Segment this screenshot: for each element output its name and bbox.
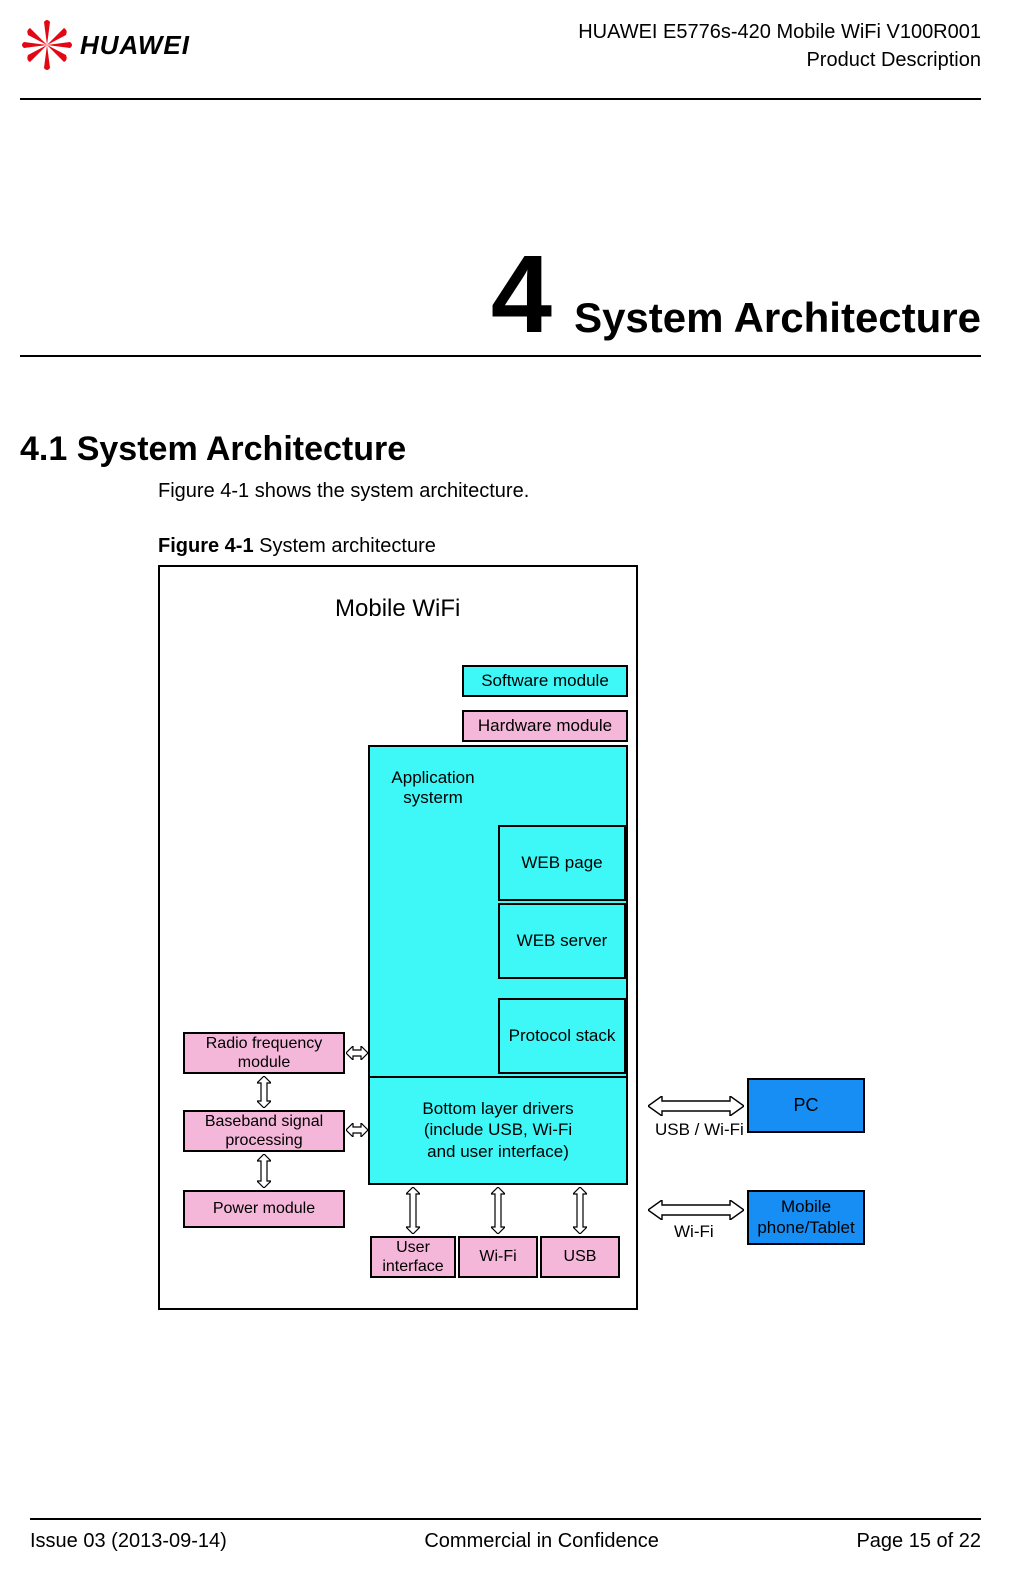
chapter-rule (20, 355, 981, 357)
pc-box: PC (747, 1078, 865, 1133)
legend-software: Software module (462, 665, 628, 697)
page-header: HUAWEI HUAWEI E5776s-420 Mobile WiFi V10… (20, 18, 981, 100)
doc-title: HUAWEI E5776s-420 Mobile WiFi V100R001 P… (578, 18, 981, 74)
web-server-box: WEB server (498, 903, 626, 979)
chapter-number: 4 (491, 240, 552, 350)
baseband-module-box: Baseband signal processing (183, 1110, 345, 1152)
web-page-box: WEB page (498, 825, 626, 901)
arrow-rf-bb (257, 1076, 271, 1108)
arrow-drivers-wifi (491, 1187, 505, 1234)
figure-label: Figure 4-1 (158, 535, 254, 557)
footer-left: Issue 03 (2013-09-14) (30, 1530, 227, 1553)
rf-module-box: Radio frequency module (183, 1032, 345, 1074)
figure-caption-text: System architecture (259, 535, 436, 557)
brand-text: HUAWEI (80, 30, 190, 61)
link-usb-wifi-label: USB / Wi-Fi (655, 1120, 744, 1140)
page-footer: Issue 03 (2013-09-14) Commercial in Conf… (30, 1518, 981, 1553)
arrow-bb-stack (346, 1123, 368, 1137)
section-intro: Figure 4-1 shows the system architecture… (158, 480, 529, 503)
legend-hardware: Hardware module (462, 710, 628, 742)
mobile-tablet-box: Mobile phone/Tablet (747, 1190, 865, 1245)
protocol-stack-box: Protocol stack (498, 998, 626, 1074)
link-wifi-label: Wi-Fi (674, 1222, 714, 1242)
arrow-bb-power (257, 1154, 271, 1188)
usb-module-box: USB (540, 1236, 620, 1278)
chapter-title-text: System Architecture (574, 294, 981, 342)
arrow-to-pc (648, 1096, 744, 1110)
brand-logo: HUAWEI (20, 18, 190, 72)
footer-center: Commercial in Confidence (424, 1530, 659, 1553)
doc-title-line2: Product Description (578, 46, 981, 74)
arrow-rf-stack (346, 1046, 368, 1060)
application-label: Application systerm (368, 768, 498, 809)
bottom-drivers-box: Bottom layer drivers (include USB, Wi-Fi… (370, 1076, 626, 1182)
arrow-drivers-ui (406, 1187, 420, 1234)
section-heading: 4.1 System Architecture (20, 430, 406, 469)
ui-module-box: User interface (370, 1236, 456, 1278)
arrow-to-mobile (648, 1200, 744, 1214)
figure-caption: Figure 4-1 System architecture (158, 535, 436, 558)
diagram-title: Mobile WiFi (335, 595, 460, 623)
footer-right: Page 15 of 22 (856, 1530, 981, 1553)
doc-title-line1: HUAWEI E5776s-420 Mobile WiFi V100R001 (578, 18, 981, 46)
arrow-drivers-usb (573, 1187, 587, 1234)
chapter-heading: 4 System Architecture (491, 240, 981, 350)
wifi-module-box: Wi-Fi (458, 1236, 538, 1278)
huawei-icon (20, 18, 74, 72)
power-module-box: Power module (183, 1190, 345, 1228)
